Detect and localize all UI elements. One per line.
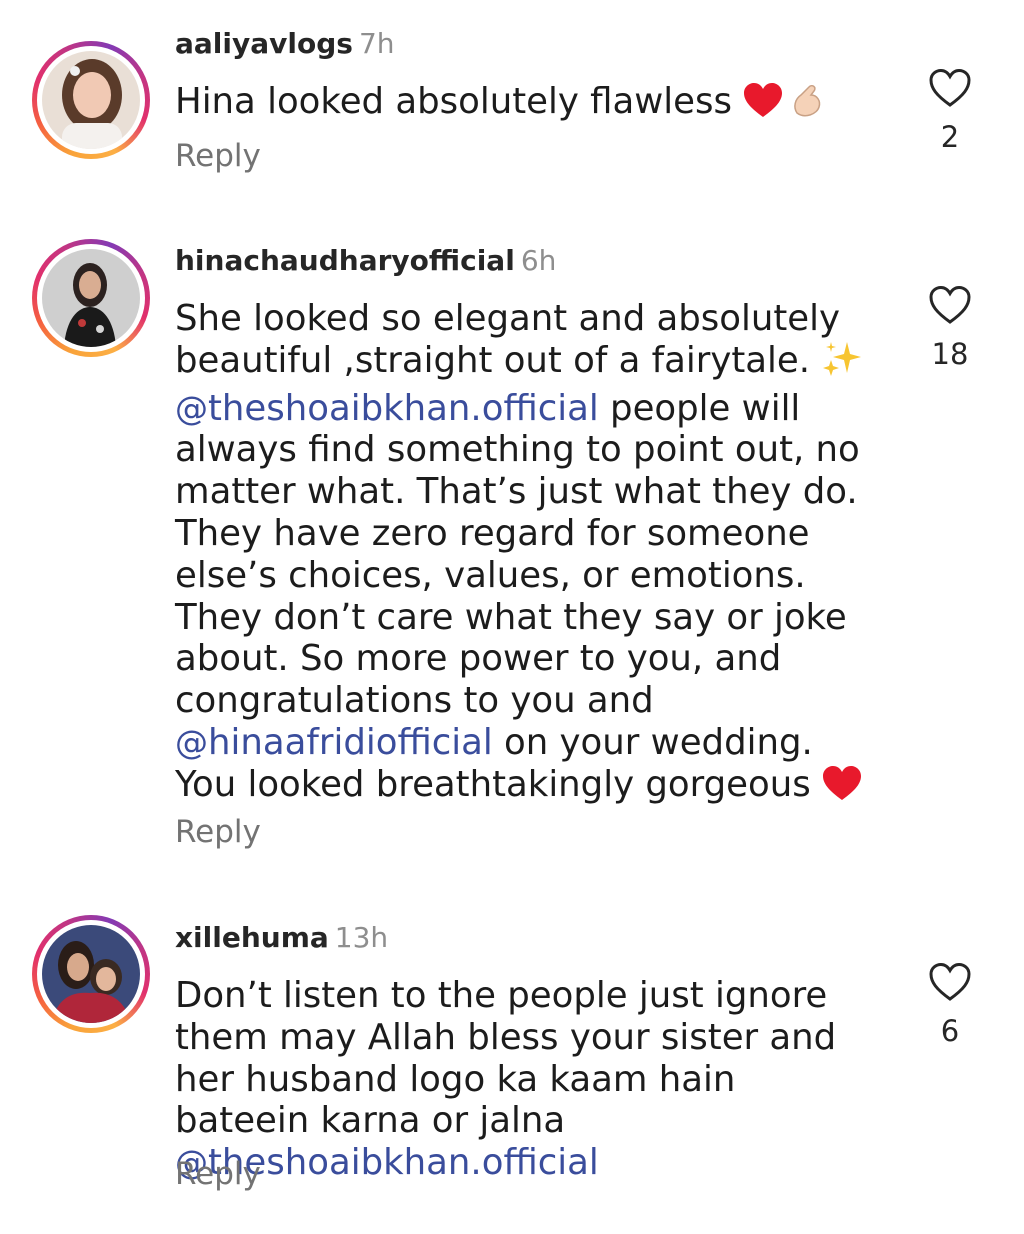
reply-button[interactable]: Reply <box>175 1156 261 1192</box>
comment-text: She looked so elegant and absolutely bea… <box>175 298 875 812</box>
avatar[interactable] <box>32 41 150 159</box>
avatar-photo <box>42 249 140 347</box>
sparkles-emoji <box>821 340 863 388</box>
like-count: 6 <box>940 1014 960 1048</box>
red-heart-emoji <box>822 765 862 812</box>
mention-link[interactable]: @hinaafridiofficial <box>175 722 493 763</box>
red-heart-emoji <box>743 83 783 129</box>
like-count: 18 <box>931 337 969 371</box>
comment-timestamp: 7h <box>358 27 395 60</box>
avatar[interactable] <box>32 915 150 1033</box>
comment-timestamp: 13h <box>334 921 389 954</box>
avatar-photo <box>42 925 140 1023</box>
comment-username[interactable]: xillehuma <box>175 921 329 954</box>
pinched-fingers-emoji <box>789 83 825 129</box>
heart-icon[interactable] <box>928 68 972 108</box>
mention-link[interactable]: @theshoaibkhan.official <box>175 388 599 429</box>
avatar[interactable] <box>32 239 150 357</box>
reply-button[interactable]: Reply <box>175 814 261 850</box>
comment-username[interactable]: aaliyavlogs <box>175 27 353 60</box>
heart-icon[interactable] <box>928 962 972 1002</box>
comment-text: Hina looked absolutely flawless <box>175 81 875 129</box>
comment-username[interactable]: hinachaudharyofficial <box>175 244 515 277</box>
comment-timestamp: 6h <box>520 244 557 277</box>
avatar-photo <box>42 51 140 149</box>
heart-icon[interactable] <box>928 285 972 325</box>
comment-text: Don’t listen to the people just ignore t… <box>175 975 837 1184</box>
like-button[interactable]: 18 <box>924 285 976 371</box>
reply-button[interactable]: Reply <box>175 138 261 174</box>
like-button[interactable]: 6 <box>924 962 976 1048</box>
like-button[interactable]: 2 <box>924 68 976 154</box>
like-count: 2 <box>940 120 960 154</box>
